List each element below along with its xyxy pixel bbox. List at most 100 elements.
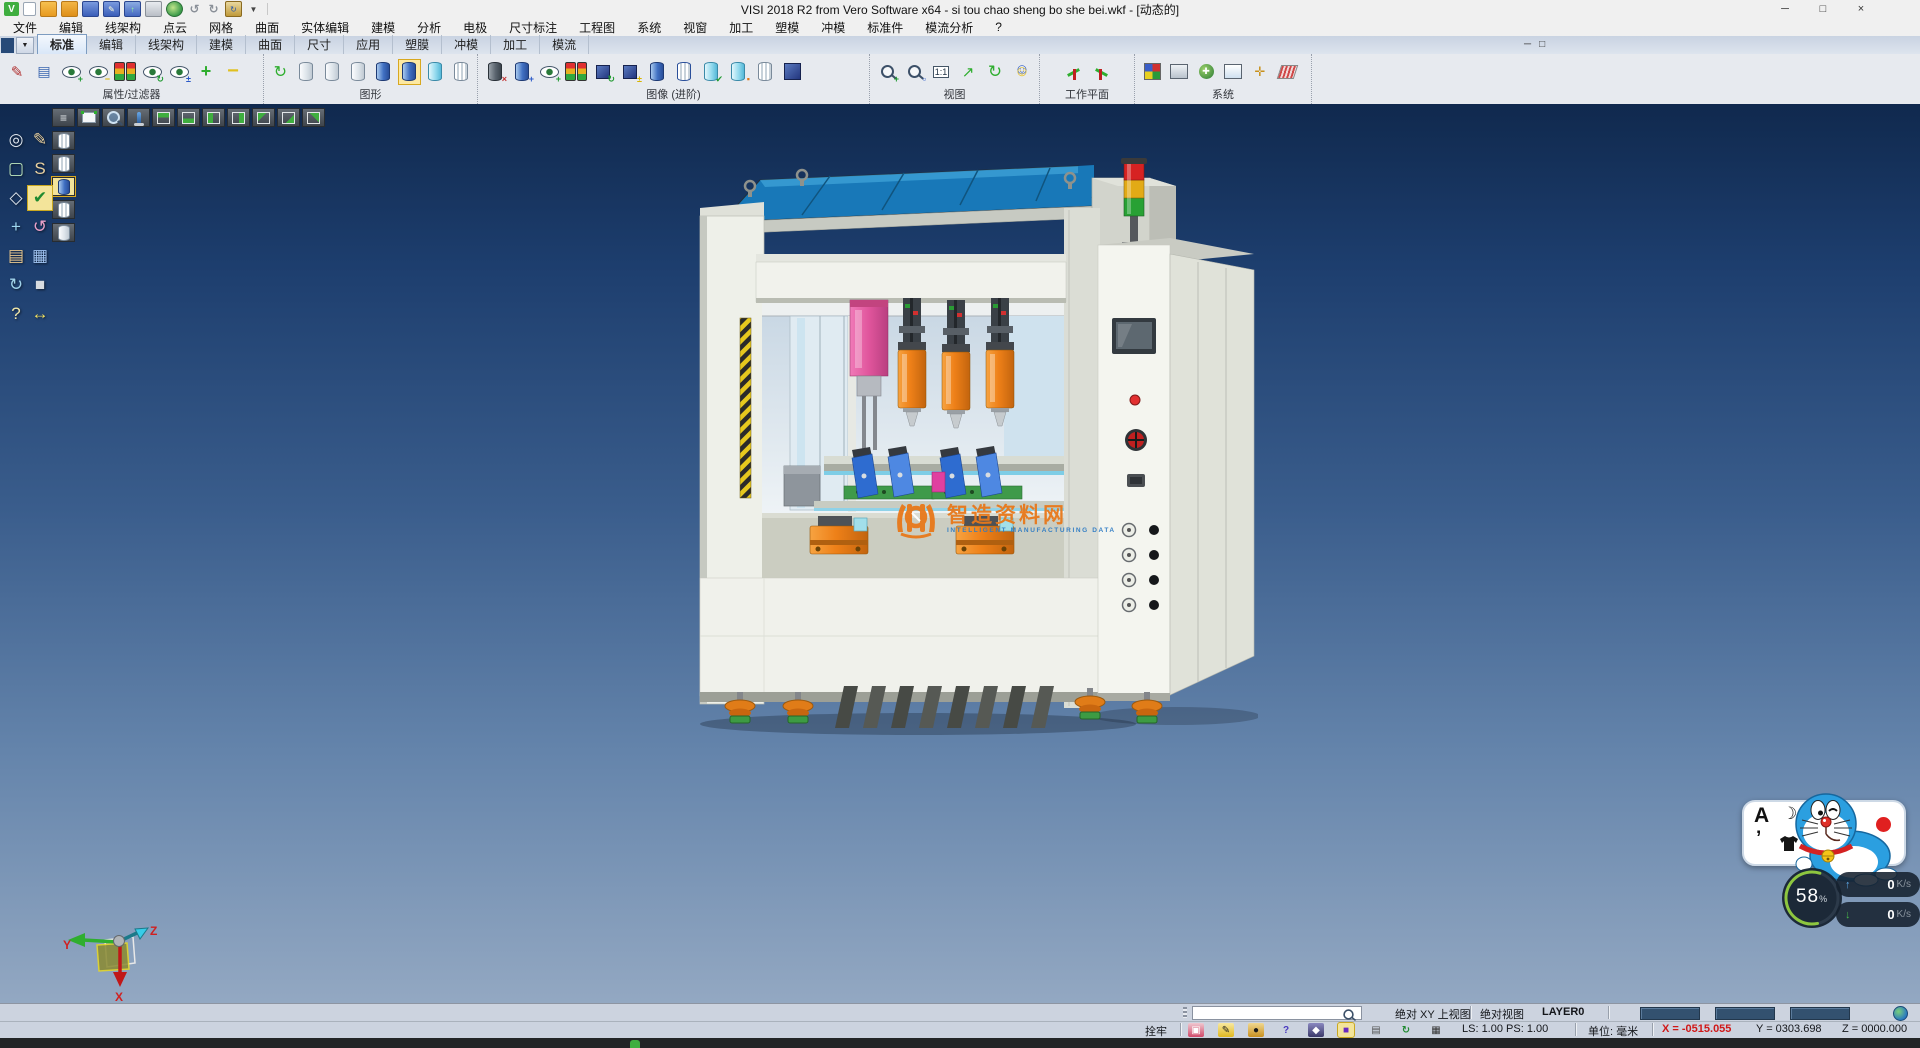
curve-edit-icon[interactable]: S — [28, 157, 52, 181]
medal-icon[interactable]: ● — [1248, 1023, 1264, 1037]
menu-machining[interactable]: 加工 — [718, 19, 764, 36]
print-preview-icon[interactable] — [166, 1, 183, 17]
rotate-refresh-icon[interactable]: ↻ — [1398, 1023, 1414, 1037]
maximize-button[interactable]: □ — [1808, 1, 1838, 17]
strip-body-2-button[interactable] — [52, 154, 75, 173]
image-verify-icon[interactable]: ✔ — [700, 60, 722, 84]
ime-mode-letter[interactable]: A — [1754, 804, 1769, 828]
filter-toggle-icon[interactable]: ± — [168, 60, 190, 84]
zoom-extents-icon[interactable]: ↗ — [957, 60, 979, 84]
zoom-solid-icon[interactable]: ◇ — [4, 186, 28, 210]
tab-die[interactable]: 冲模 — [442, 35, 491, 54]
move-axes-icon[interactable]: + — [4, 215, 28, 239]
filter-refresh-icon[interactable]: ↻ — [141, 60, 163, 84]
menu-mesh[interactable]: 网格 — [198, 19, 244, 36]
tab-flow[interactable]: 模流 — [540, 35, 589, 54]
tab-application[interactable]: 应用 — [344, 35, 393, 54]
print-icon[interactable] — [145, 1, 162, 17]
view-cube-right-button[interactable] — [227, 108, 250, 127]
graphics-body-4-icon[interactable] — [450, 60, 471, 84]
attribute-paint-icon[interactable]: ✎ — [6, 60, 28, 84]
plane-bounds-icon[interactable]: ▢ — [4, 157, 28, 181]
menu-drawing[interactable]: 工程图 — [568, 19, 626, 36]
image-solid-icon[interactable] — [646, 60, 668, 84]
graphics-body-2-icon[interactable] — [322, 60, 343, 84]
menu-file[interactable]: 文件 — [2, 19, 48, 36]
image-copy-icon[interactable]: + — [511, 60, 533, 84]
menu-system[interactable]: 系统 — [626, 19, 672, 36]
ime-punctuation[interactable]: ’ — [1756, 828, 1761, 850]
workplane-create-icon[interactable] — [1063, 60, 1085, 84]
tab-edit[interactable]: 编辑 — [87, 35, 136, 54]
help-icon[interactable]: ? — [4, 302, 28, 326]
tab-list-dropdown[interactable]: ▼ — [16, 37, 34, 54]
menu-wireframe[interactable]: 线架构 — [94, 19, 152, 36]
minimize-button[interactable]: ─ — [1770, 1, 1800, 17]
strip-body-1-button[interactable] — [52, 131, 75, 150]
view-cube-front-button[interactable] — [177, 108, 200, 127]
view-menu-button[interactable]: ≡ — [52, 108, 75, 127]
view-pin-button[interactable] — [127, 108, 150, 127]
solid-cube-icon[interactable]: ■ — [28, 273, 52, 297]
system-mesh-icon[interactable] — [1276, 60, 1298, 84]
filter-hide-icon[interactable]: − — [87, 60, 109, 84]
view-search-button[interactable] — [102, 108, 125, 127]
graphics-body-selected-icon[interactable] — [399, 60, 420, 84]
tab-surface[interactable]: 曲面 — [246, 35, 295, 54]
graphics-body-1-icon[interactable] — [296, 60, 317, 84]
measure-icon[interactable]: ↔ — [28, 302, 52, 326]
menu-pointcloud[interactable]: 点云 — [152, 19, 198, 36]
stamp-icon[interactable]: ▣ — [1188, 1023, 1204, 1037]
image-cubes-toggle-icon[interactable]: ± — [619, 60, 641, 84]
system-display-icon[interactable] — [1168, 60, 1190, 84]
menu-solid-edit[interactable]: 实体编辑 — [290, 19, 360, 36]
purple-cube-icon[interactable]: ■ — [1338, 1023, 1354, 1037]
quad-view-icon[interactable]: ▦ — [1428, 1023, 1444, 1037]
globe-icon[interactable] — [1893, 1006, 1908, 1021]
mdi-minimize-button[interactable]: ─ — [1524, 39, 1531, 50]
menu-help[interactable]: ? — [984, 20, 1013, 34]
mdi-restore-button[interactable]: □ — [1539, 39, 1545, 50]
view-refresh-icon[interactable]: ↻ — [984, 60, 1006, 84]
save-as-icon[interactable]: ✎ — [103, 1, 120, 17]
strip-body-4-button[interactable] — [52, 223, 75, 242]
open-project-icon[interactable] — [61, 1, 78, 17]
zoom-search-icon[interactable]: ◎ — [4, 128, 28, 152]
menu-edit[interactable]: 编辑 — [48, 19, 94, 36]
menu-window[interactable]: 视窗 — [672, 19, 718, 36]
undo-icon[interactable]: ↺ — [187, 2, 202, 16]
view-cube-left-button[interactable] — [202, 108, 225, 127]
menu-mould[interactable]: 塑模 — [764, 19, 810, 36]
tab-dimension[interactable]: 尺寸 — [295, 35, 344, 54]
image-wire-body-icon[interactable] — [754, 60, 776, 84]
sketch-edit-icon[interactable]: ✎ — [28, 128, 52, 152]
refresh-view-icon[interactable]: ↻ — [4, 273, 28, 297]
active-layer-indicator[interactable]: LAYER0 — [1542, 1006, 1584, 1018]
save-all-icon[interactable]: ↑ — [124, 1, 141, 17]
hide-all-icon[interactable]: − — [222, 60, 244, 84]
view-shading-icon[interactable]: ☺ — [1011, 60, 1033, 84]
layer-color-swatch-1[interactable] — [1640, 1007, 1700, 1020]
qat-customize-icon[interactable]: ▼ — [246, 2, 261, 16]
help-question-icon[interactable]: ? — [1278, 1023, 1294, 1037]
redo-icon[interactable]: ↻ — [206, 2, 221, 16]
image-dark-cube-icon[interactable] — [781, 60, 803, 84]
image-cubes-refresh-icon[interactable]: ↻ — [592, 60, 614, 84]
view-plane-button[interactable] — [77, 108, 100, 127]
zoom-actual-icon[interactable]: 1:1 — [930, 60, 952, 84]
view-mode-indicator[interactable]: 绝对 XY 上视图 — [1395, 1006, 1471, 1022]
workplane-align-icon[interactable] — [1090, 60, 1112, 84]
zoom-window-icon[interactable]: ▫ — [903, 60, 925, 84]
system-tools-icon[interactable]: ✚ — [1195, 60, 1217, 84]
save-icon[interactable] — [82, 1, 99, 17]
tab-machining[interactable]: 加工 — [491, 35, 540, 54]
strip-body-selected-button[interactable] — [52, 177, 75, 196]
lock-toggle[interactable]: 拴牢 — [1145, 1023, 1167, 1039]
view-cube-back-button[interactable] — [252, 108, 275, 127]
taskbar-peek-icon[interactable] — [630, 1040, 640, 1048]
confirm-check-icon[interactable]: ✔ — [28, 186, 52, 210]
zoom-in-icon[interactable]: + — [876, 60, 898, 84]
tab-wireframe[interactable]: 线架构 — [136, 35, 197, 54]
3d-viewport[interactable]: ≡ ◎ ✎ ▢ S ◇ ✔ + — [0, 104, 1920, 1003]
menu-flow-analysis[interactable]: 模流分析 — [914, 19, 984, 36]
